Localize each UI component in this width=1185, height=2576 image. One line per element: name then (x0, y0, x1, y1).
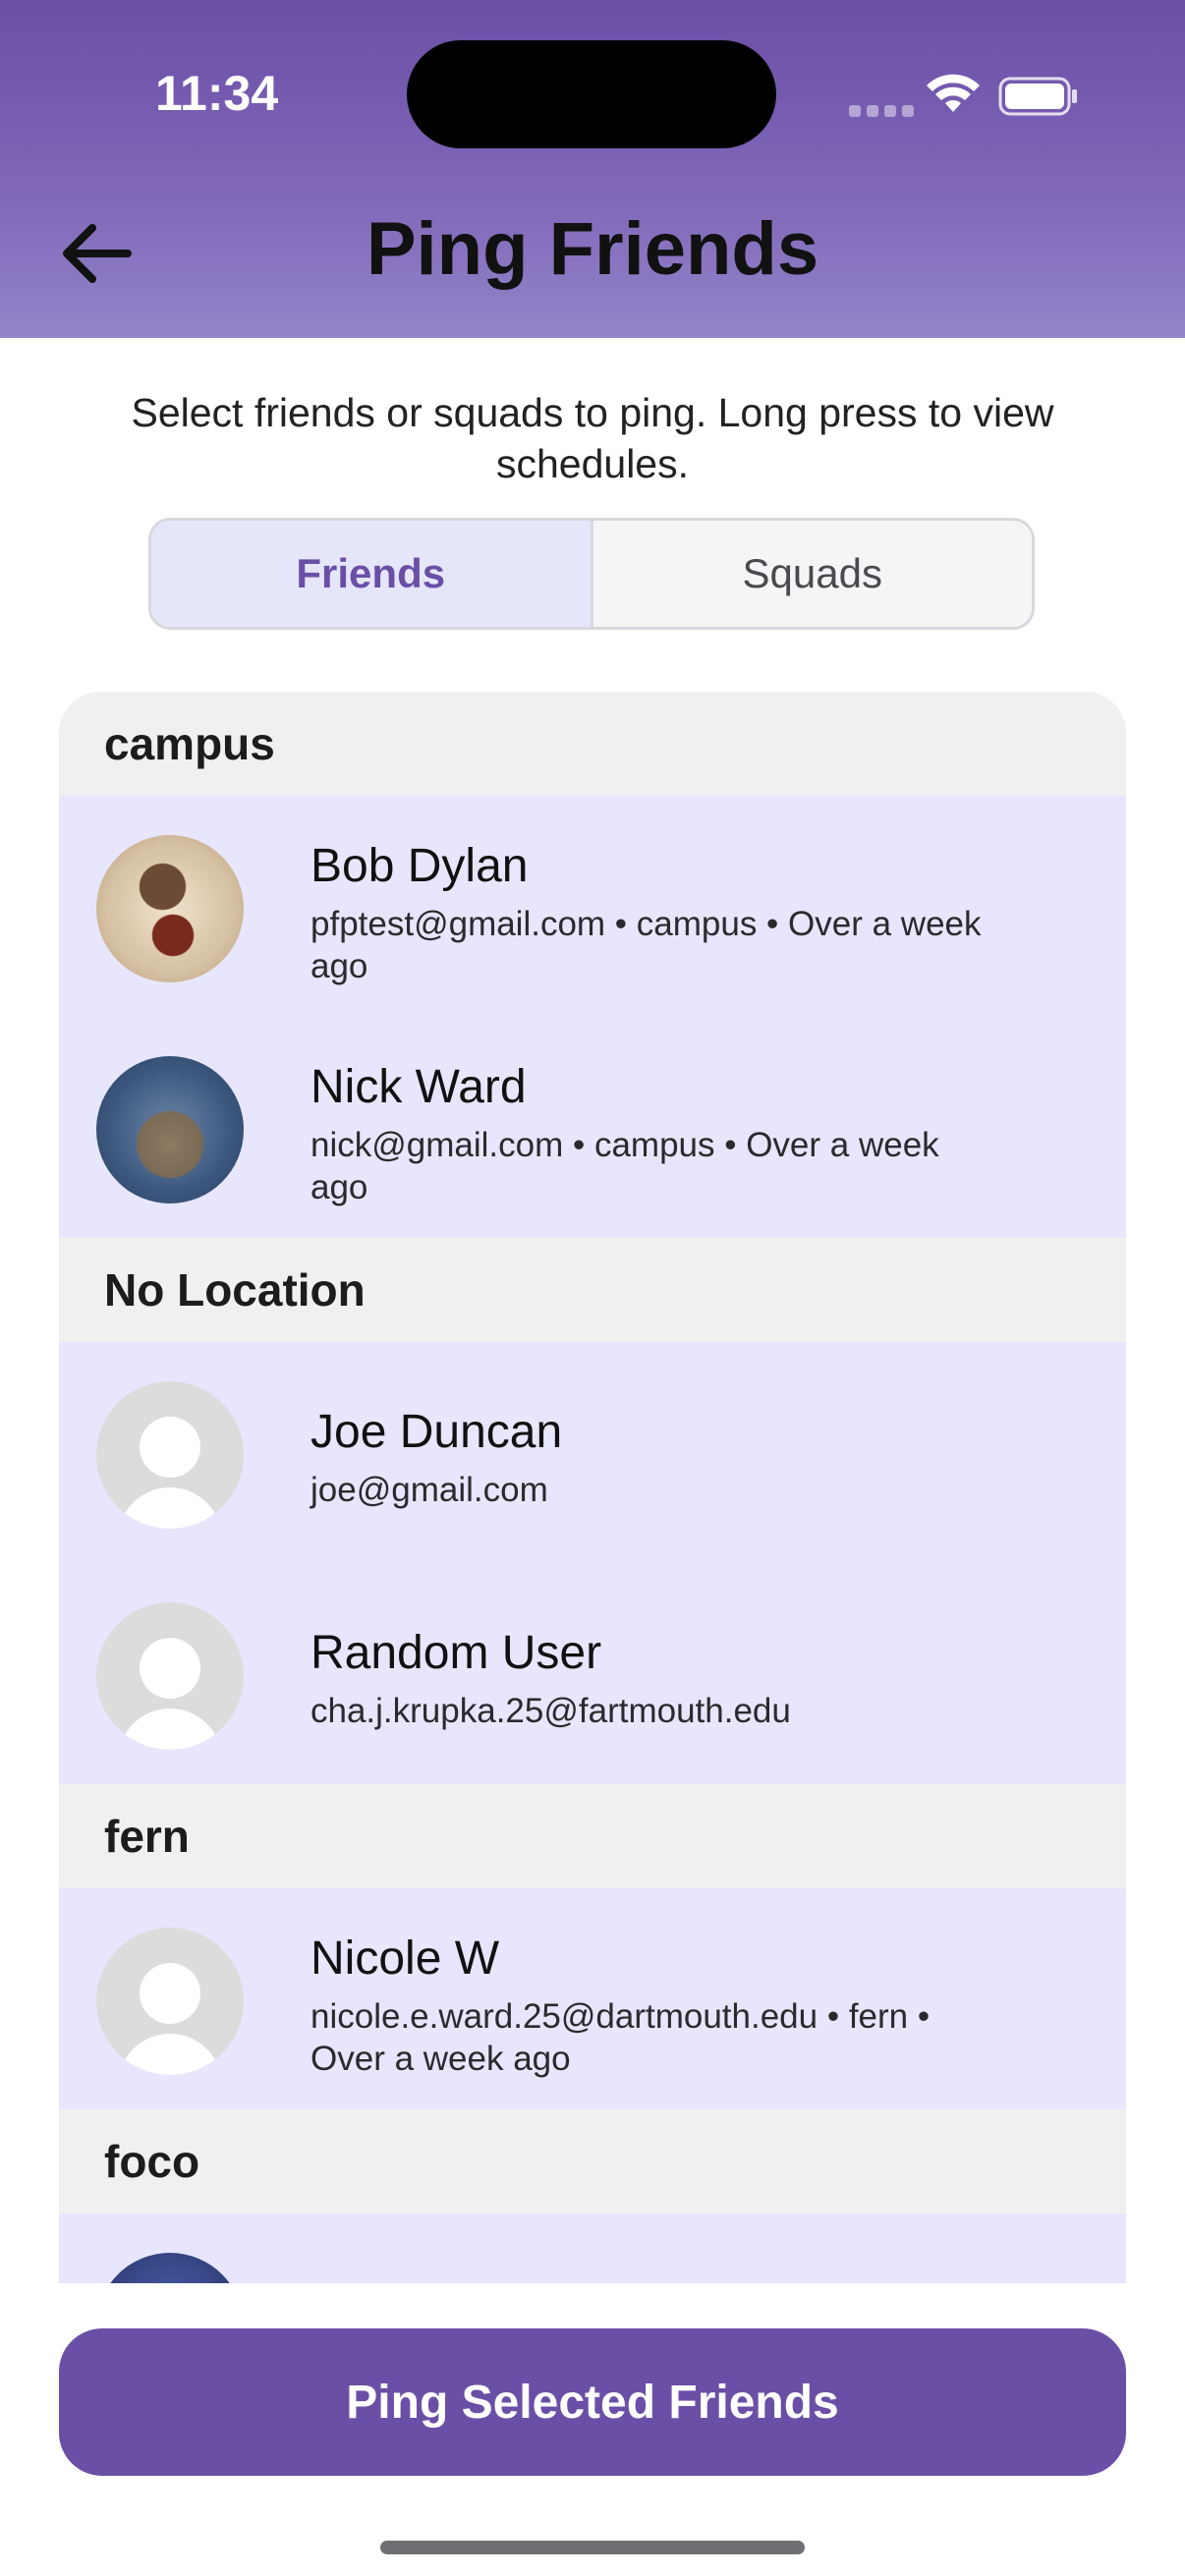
friend-detail: nicole.e.ward.25@dartmouth.edu • fern • … (310, 1997, 931, 2078)
section-header-foco: foco (59, 2109, 1126, 2213)
status-time: 11:34 (155, 66, 279, 121)
friend-detail: joe@gmail.com (310, 1471, 548, 1509)
friend-name: Nick Ward (310, 1061, 527, 1113)
battery-icon (998, 77, 1077, 116)
tab-squads[interactable]: Squads (592, 521, 1032, 627)
avatar-placeholder-icon (96, 1602, 244, 1750)
home-indicator (380, 2541, 805, 2554)
avatar (96, 835, 244, 982)
wifi-icon (927, 74, 980, 112)
friend-name: Joe Duncan (310, 1406, 563, 1458)
dynamic-island (407, 40, 776, 148)
section-header-fern: fern (59, 1784, 1126, 1888)
cellular-signal-icon (849, 104, 920, 122)
friend-row[interactable]: Random User cha.j.krupka.25@fartmouth.ed… (59, 1563, 1126, 1784)
avatar (96, 2253, 244, 2283)
tab-friends[interactable]: Friends (151, 521, 593, 627)
friends-squads-toggle: Friends Squads (148, 518, 1035, 630)
friend-row[interactable]: Nick Ward nick@gmail.com • campus • Over… (59, 1017, 1126, 1238)
avatar-placeholder-icon (96, 1928, 244, 2075)
friend-name: Random User (310, 1627, 602, 1679)
friend-detail: nick@gmail.com • campus • Over a week ag… (310, 1126, 939, 1206)
friend-name: Bob Dylan (310, 840, 529, 892)
friend-row[interactable]: Bob Dylan pfptest@gmail.com • campus • O… (59, 796, 1126, 1017)
friend-row[interactable]: Joe Duncan joe@gmail.com (59, 1342, 1126, 1563)
friend-row[interactable]: Nicole W nicole.e.ward.25@dartmouth.edu … (59, 1888, 1126, 2109)
section-header-campus: campus (59, 692, 1126, 796)
avatar-placeholder-icon (96, 1381, 244, 1529)
friend-detail: pfptest@gmail.com • campus • Over a week… (310, 905, 982, 985)
avatar (96, 1056, 244, 1204)
friend-detail: cha.j.krupka.25@fartmouth.edu (310, 1692, 791, 1730)
page-title: Ping Friends (366, 207, 819, 291)
header-bar: 11:34 Ping Friends (0, 0, 1185, 338)
section-header-no-location: No Location (59, 1238, 1126, 1342)
friend-row[interactable] (59, 2213, 1126, 2283)
ping-selected-friends-button[interactable]: Ping Selected Friends (59, 2328, 1126, 2476)
friend-name: Nicole W (310, 1932, 500, 1985)
instructions-text: Select friends or squads to ping. Long p… (131, 390, 1054, 486)
friends-list[interactable]: campus Bob Dylan pfptest@gmail.com • cam… (59, 692, 1126, 2283)
